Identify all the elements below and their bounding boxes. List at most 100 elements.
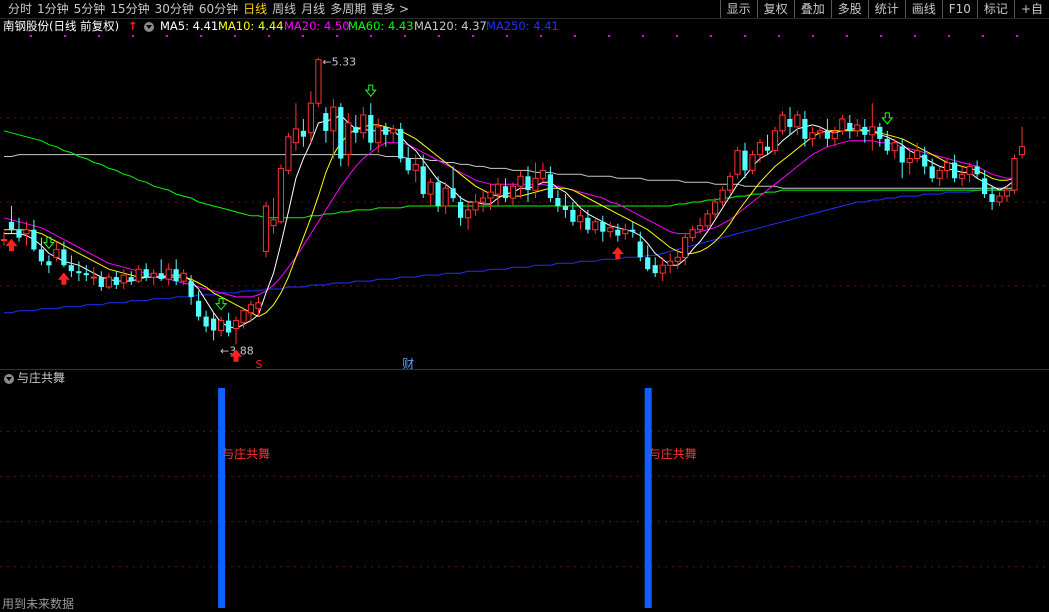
ma60-line	[3, 130, 1015, 219]
candle-body	[555, 198, 561, 206]
tool-button-3[interactable]: 多股	[830, 0, 868, 18]
candle-128	[959, 166, 966, 187]
candle-69	[517, 170, 524, 198]
period-tab-7[interactable]: 周线	[272, 0, 301, 18]
up-arrow-icon: ↑	[128, 19, 138, 33]
period-tab-10[interactable]: 更多 >	[371, 0, 414, 18]
top-dot-21	[744, 35, 746, 37]
period-tab-8[interactable]: 月线	[301, 0, 330, 18]
candle-87	[652, 257, 658, 278]
candle-body	[270, 219, 277, 227]
candle-body	[292, 128, 299, 144]
period-tab-1[interactable]: 1分钟	[37, 0, 74, 18]
candle-body	[31, 229, 37, 250]
candle-body	[247, 304, 255, 314]
candle-body	[600, 221, 606, 232]
candle-body	[914, 150, 921, 159]
period-tab-3[interactable]: 15分钟	[110, 0, 154, 18]
tool-button-5[interactable]: 画线	[904, 0, 942, 18]
candle-body	[315, 59, 322, 104]
ma5-label: MA5: 4.41	[160, 19, 219, 33]
candle-body	[989, 194, 995, 202]
candle-98	[734, 146, 741, 179]
candle-body	[487, 191, 494, 199]
candle-body	[719, 189, 726, 203]
candle-13	[98, 271, 104, 291]
top-dot-6	[234, 35, 236, 37]
candle-body	[877, 126, 883, 139]
high-price-label: ←5.33	[322, 56, 356, 69]
tool-button-7[interactable]: 标记	[976, 0, 1014, 18]
candle-body	[360, 114, 367, 134]
candle-body	[173, 269, 179, 282]
tool-button-2[interactable]: 叠加	[793, 0, 831, 18]
tool-button-6[interactable]: F10	[941, 0, 977, 18]
candle-body	[674, 256, 681, 262]
candle-5	[38, 237, 44, 266]
candle-body	[502, 186, 509, 199]
period-tab-6[interactable]: 日线	[243, 0, 272, 18]
candle-100	[749, 150, 756, 175]
candle-15	[113, 271, 119, 289]
candle-53	[398, 122, 404, 163]
settings-caret-icon[interactable]	[144, 18, 154, 34]
candle-body	[899, 146, 905, 163]
candle-20	[150, 269, 157, 285]
candle-95	[712, 198, 719, 218]
candle-81	[607, 221, 614, 238]
candle-33	[247, 300, 255, 321]
period-tab-4[interactable]: 30分钟	[155, 0, 199, 18]
tool-button-8[interactable]: +自	[1013, 0, 1049, 18]
indicator-caret-icon[interactable]	[4, 373, 14, 384]
candle-116	[869, 103, 876, 151]
candle-42	[315, 57, 322, 108]
candle-body	[532, 177, 539, 191]
top-dot-22	[778, 35, 780, 37]
candle-body	[585, 217, 591, 230]
top-dot-19	[676, 35, 678, 37]
top-dot-23	[812, 35, 814, 37]
candle-body	[734, 150, 741, 175]
candle-60	[450, 166, 456, 202]
tool-button-0[interactable]: 显示	[719, 0, 757, 18]
candle-body	[615, 229, 621, 236]
candle-body	[353, 126, 359, 133]
candle-body	[68, 265, 74, 272]
candle-123	[922, 146, 928, 175]
candle-body	[135, 268, 142, 282]
top-dot-24	[846, 35, 848, 37]
indicator-chart[interactable]: 与庄共舞 与庄共舞	[0, 386, 1049, 612]
tool-button-1[interactable]: 复权	[756, 0, 794, 18]
candle-48	[360, 107, 367, 139]
period-tab-0[interactable]: 分时	[8, 0, 37, 18]
candle-101	[756, 138, 764, 163]
indicator-title: 与庄共舞	[17, 371, 66, 385]
candle-14	[105, 273, 112, 289]
ma120-label: MA120: 4.37	[414, 19, 487, 33]
ma10-label: MA10: 4.44	[218, 19, 284, 33]
tool-button-4[interactable]: 统计	[867, 0, 905, 18]
candle-body	[479, 197, 487, 203]
candle-97	[727, 172, 734, 195]
candle-102	[764, 134, 771, 155]
ma60-label: MA60: 4.43	[348, 19, 414, 33]
period-tab-9[interactable]: 多周期	[330, 0, 371, 18]
candle-body	[659, 264, 666, 274]
candle-73	[547, 166, 553, 202]
candle-86	[645, 245, 651, 272]
buy-arrow-icon	[5, 238, 18, 252]
candle-40	[300, 119, 306, 147]
candle-129	[966, 162, 973, 183]
period-tab-5[interactable]: 60分钟	[199, 0, 243, 18]
candle-21	[158, 259, 164, 282]
candle-body	[667, 260, 674, 266]
candle-body	[83, 273, 89, 276]
period-tab-2[interactable]: 5分钟	[74, 0, 111, 18]
candle-39	[292, 103, 299, 151]
candle-body	[143, 269, 149, 278]
candle-body	[622, 229, 629, 235]
ma20-label: MA20: 4.50	[284, 19, 350, 33]
buy-arrow-icon	[611, 246, 624, 260]
candlestick-chart[interactable]: ←5.33←3.88S财	[0, 34, 1049, 370]
top-dot-28	[982, 35, 984, 37]
